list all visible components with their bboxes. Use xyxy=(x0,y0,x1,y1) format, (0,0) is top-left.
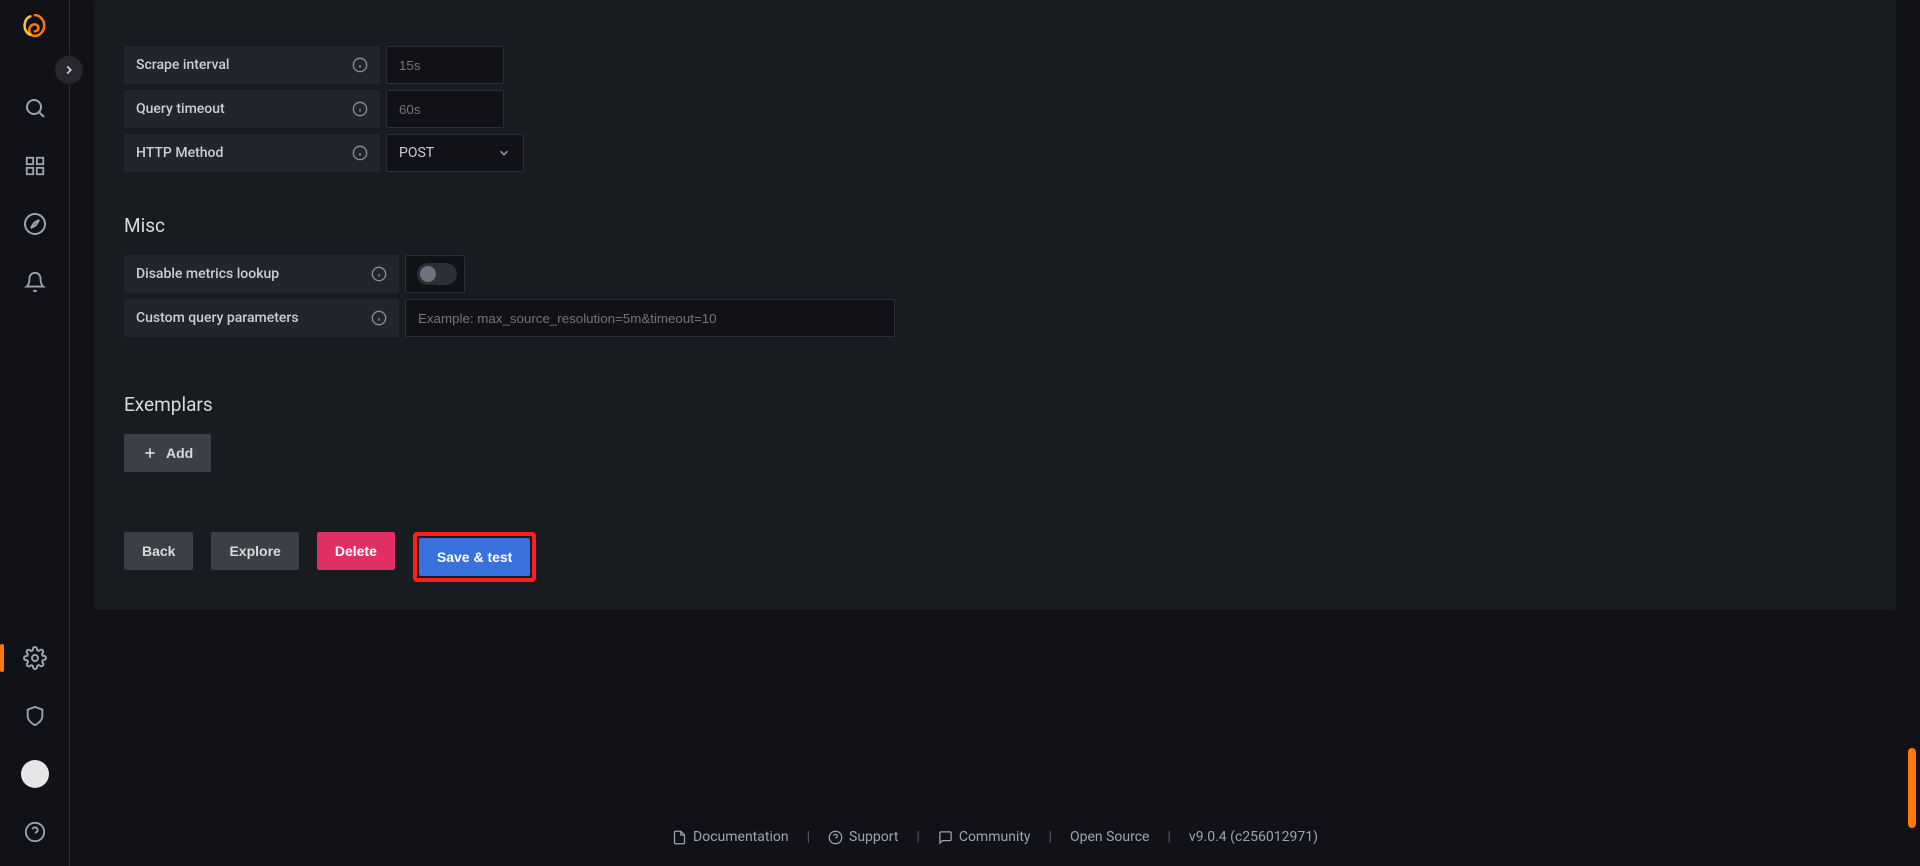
nav-profile[interactable] xyxy=(11,750,59,798)
label-text: HTTP Method xyxy=(136,145,223,161)
separator: | xyxy=(1167,829,1170,845)
save-test-button[interactable]: Save & test xyxy=(419,538,530,576)
toggle-container xyxy=(405,255,465,293)
link-label: Open Source xyxy=(1070,829,1150,845)
label-text: Disable metrics lookup xyxy=(136,266,279,282)
scrape-interval-input[interactable] xyxy=(386,46,504,84)
nav-dashboards[interactable] xyxy=(11,142,59,190)
nav-alerting[interactable] xyxy=(11,258,59,306)
footer-open-source[interactable]: Open Source xyxy=(1070,829,1150,845)
disable-metrics-toggle[interactable] xyxy=(417,263,457,285)
add-exemplar-button[interactable]: Add xyxy=(124,434,211,472)
avatar xyxy=(21,760,49,788)
info-icon[interactable] xyxy=(352,57,368,73)
query-timeout-input[interactable] xyxy=(386,90,504,128)
shield-icon xyxy=(24,705,46,727)
section-misc-heading: Misc xyxy=(124,214,1554,237)
row-disable-metrics: Disable metrics lookup xyxy=(124,255,1554,293)
row-scrape-interval: Scrape interval xyxy=(124,46,1554,84)
button-label: Add xyxy=(166,445,193,461)
info-icon[interactable] xyxy=(352,145,368,161)
label-http-method: HTTP Method xyxy=(124,134,380,172)
nav-help[interactable] xyxy=(11,808,59,856)
label-disable-metrics: Disable metrics lookup xyxy=(124,255,399,293)
nav-admin[interactable] xyxy=(11,692,59,740)
button-label: Explore xyxy=(229,543,280,559)
apps-icon xyxy=(24,155,46,177)
label-custom-params: Custom query parameters xyxy=(124,299,399,337)
http-method-select[interactable]: POST xyxy=(386,134,524,172)
nav-search[interactable] xyxy=(11,84,59,132)
grafana-logo[interactable] xyxy=(21,14,49,44)
community-icon xyxy=(938,830,953,845)
actions-row: Back Explore Delete Save & test xyxy=(124,532,1554,582)
info-icon[interactable] xyxy=(371,266,387,282)
help-icon xyxy=(828,830,843,845)
search-icon xyxy=(23,96,47,120)
footer-support[interactable]: Support xyxy=(828,829,898,845)
button-label: Back xyxy=(142,543,175,559)
label-text: Scrape interval xyxy=(136,57,229,73)
label-text: Query timeout xyxy=(136,101,225,117)
info-icon[interactable] xyxy=(352,101,368,117)
bell-icon xyxy=(24,271,46,293)
help-icon xyxy=(24,821,46,843)
footer: Documentation | Support | Community | Op… xyxy=(70,808,1920,866)
plus-icon xyxy=(142,445,158,461)
button-label: Delete xyxy=(335,543,377,559)
footer-version: v9.0.4 (c256012971) xyxy=(1189,829,1318,845)
label-query-timeout: Query timeout xyxy=(124,90,380,128)
row-query-timeout: Query timeout xyxy=(124,90,1554,128)
info-icon[interactable] xyxy=(371,310,387,326)
sidebar xyxy=(0,0,70,866)
link-label: Documentation xyxy=(693,829,789,845)
select-value: POST xyxy=(399,145,434,161)
separator: | xyxy=(807,829,810,845)
scrollbar-thumb[interactable] xyxy=(1908,748,1916,828)
button-label: Save & test xyxy=(437,549,512,565)
delete-button[interactable]: Delete xyxy=(317,532,395,570)
custom-params-input[interactable] xyxy=(405,299,895,337)
separator: | xyxy=(916,829,919,845)
compass-icon xyxy=(23,212,47,236)
footer-documentation[interactable]: Documentation xyxy=(672,829,789,845)
highlight-annotation: Save & test xyxy=(413,532,536,582)
footer-community[interactable]: Community xyxy=(938,829,1031,845)
label-text: Custom query parameters xyxy=(136,310,299,326)
nav-explore[interactable] xyxy=(11,200,59,248)
row-custom-params: Custom query parameters xyxy=(124,299,1554,337)
row-http-method: HTTP Method POST xyxy=(124,134,1554,172)
main: Scrape interval Query timeout HTTP Metho… xyxy=(70,0,1920,866)
back-button[interactable]: Back xyxy=(124,532,193,570)
label-scrape-interval: Scrape interval xyxy=(124,46,380,84)
section-exemplars-heading: Exemplars xyxy=(124,393,1554,416)
toggle-knob xyxy=(420,266,436,282)
document-icon xyxy=(672,830,687,845)
link-label: Community xyxy=(959,829,1031,845)
explore-button[interactable]: Explore xyxy=(211,532,298,570)
gear-icon xyxy=(23,646,47,670)
separator: | xyxy=(1049,829,1052,845)
link-label: Support xyxy=(849,829,898,845)
nav-configuration[interactable] xyxy=(11,634,59,682)
chevron-down-icon xyxy=(497,146,511,160)
